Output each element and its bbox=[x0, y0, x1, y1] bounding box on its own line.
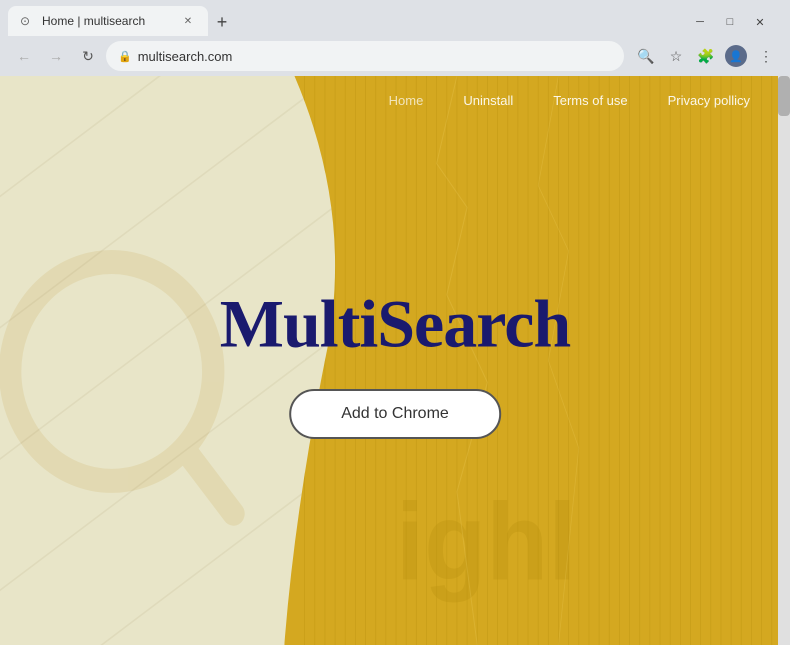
extensions-icon[interactable]: 🧩 bbox=[692, 42, 720, 70]
bookmark-icon[interactable]: ☆ bbox=[662, 42, 690, 70]
reload-button[interactable]: ↻ bbox=[74, 42, 102, 70]
menu-button[interactable]: ⋮ bbox=[752, 42, 780, 70]
site-navigation: Home Uninstall Terms of use Privacy poll… bbox=[0, 76, 790, 124]
nav-privacy-link[interactable]: Privacy pollicy bbox=[668, 93, 750, 108]
add-to-chrome-button[interactable]: Add to Chrome bbox=[289, 389, 501, 439]
tab-close-button[interactable]: ✕ bbox=[180, 13, 196, 29]
address-input[interactable]: 🔒 multisearch.com bbox=[106, 41, 624, 71]
search-icon[interactable]: 🔍 bbox=[632, 42, 660, 70]
url-text: multisearch.com bbox=[138, 49, 612, 64]
back-button[interactable]: ← bbox=[10, 42, 38, 70]
address-bar: ← → ↻ 🔒 multisearch.com 🔍 ☆ 🧩 👤 ⋮ bbox=[0, 36, 790, 76]
nav-uninstall-link[interactable]: Uninstall bbox=[463, 93, 513, 108]
browser-frame: ⊙ Home | multisearch ✕ + ─ □ ✕ ← → ↻ 🔒 m… bbox=[0, 0, 790, 645]
close-button[interactable]: ✕ bbox=[746, 8, 774, 36]
site-title: MultiSearch bbox=[220, 285, 570, 364]
scrollbar[interactable] bbox=[778, 76, 790, 645]
maximize-button[interactable]: □ bbox=[716, 8, 744, 36]
nav-terms-link[interactable]: Terms of use bbox=[553, 93, 627, 108]
forward-button[interactable]: → bbox=[42, 42, 70, 70]
nav-home-link[interactable]: Home bbox=[389, 93, 424, 108]
profile-button[interactable]: 👤 bbox=[722, 42, 750, 70]
lock-icon: 🔒 bbox=[118, 50, 132, 63]
window-controls: ─ □ ✕ bbox=[686, 8, 774, 36]
tab-favicon: ⊙ bbox=[20, 14, 34, 28]
toolbar-icons: 🔍 ☆ 🧩 👤 ⋮ bbox=[632, 42, 780, 70]
minimize-button[interactable]: ─ bbox=[686, 8, 714, 36]
active-tab[interactable]: ⊙ Home | multisearch ✕ bbox=[8, 6, 208, 36]
scrollbar-thumb[interactable] bbox=[778, 76, 790, 116]
tab-bar: ⊙ Home | multisearch ✕ + ─ □ ✕ bbox=[0, 0, 790, 36]
website: ighl Home Uninstall Terms of use Privacy… bbox=[0, 76, 790, 645]
content-area: ighl Home Uninstall Terms of use Privacy… bbox=[0, 76, 790, 645]
tab-title: Home | multisearch bbox=[42, 14, 172, 28]
profile-avatar: 👤 bbox=[725, 45, 747, 67]
svg-text:ighl: ighl bbox=[396, 481, 576, 603]
new-tab-button[interactable]: + bbox=[208, 8, 236, 36]
